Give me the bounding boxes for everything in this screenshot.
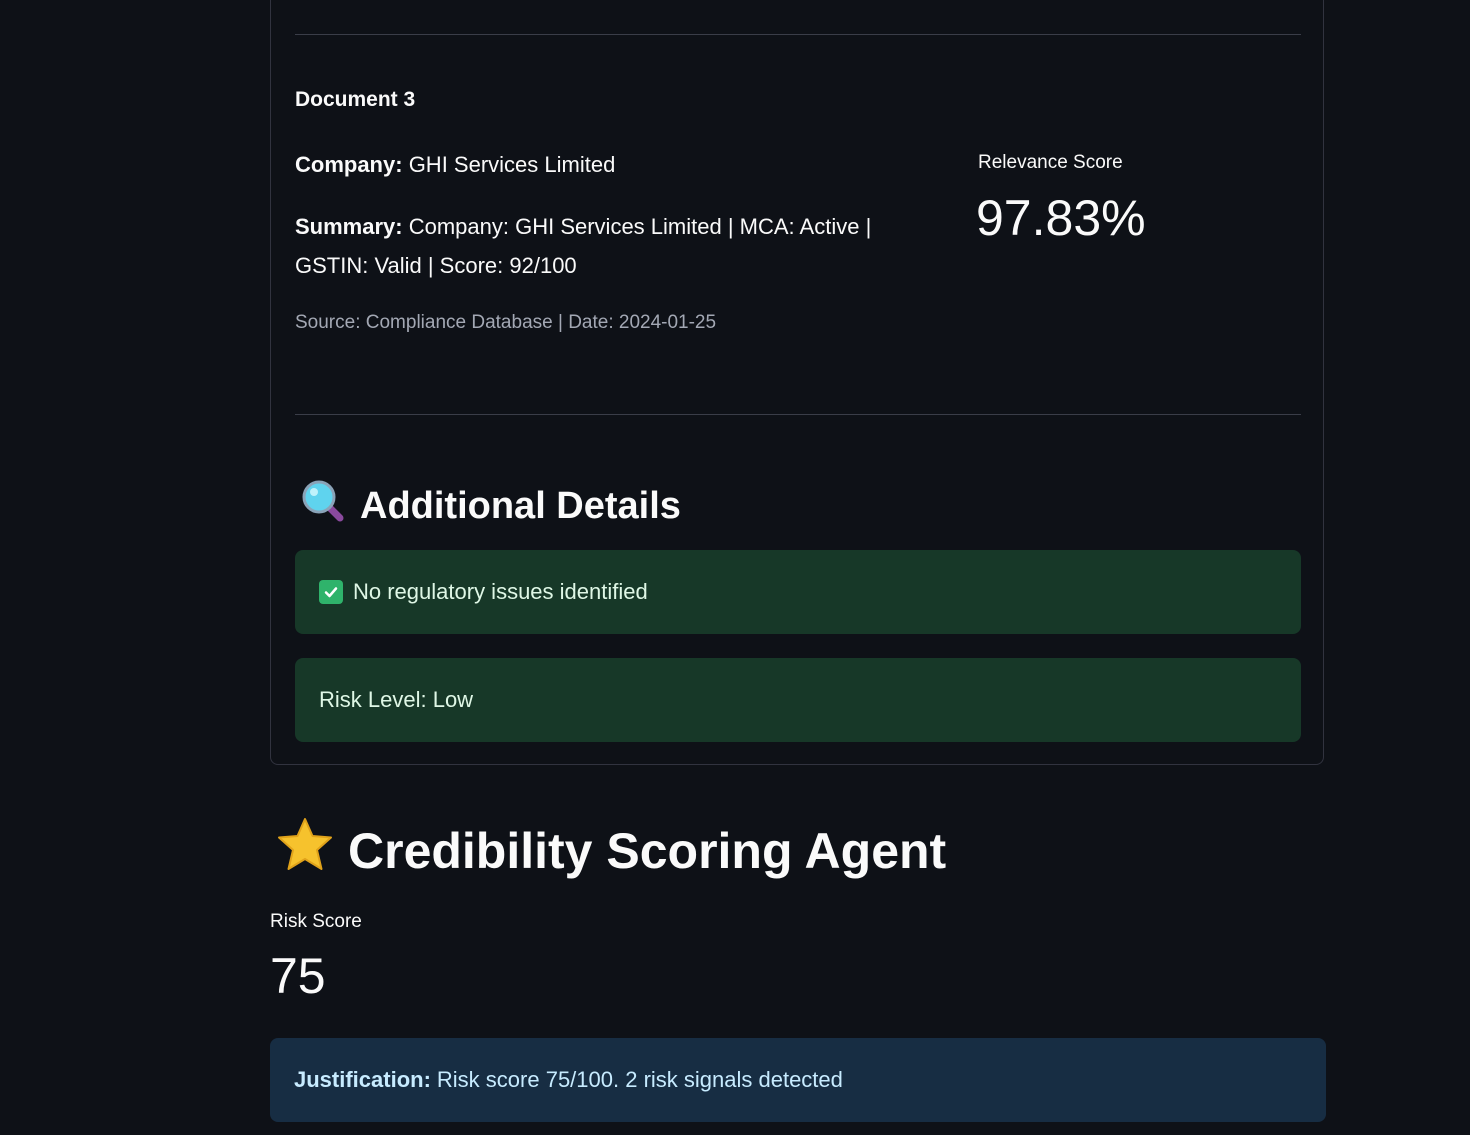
additional-details-heading: Additional Details <box>300 478 681 534</box>
credibility-title: Credibility Scoring Agent <box>348 823 947 879</box>
additional-details-title: Additional Details <box>360 484 681 527</box>
regulatory-status-text: No regulatory issues identified <box>353 579 648 604</box>
justification-label: Justification: <box>294 1067 431 1092</box>
regulatory-status-alert: No regulatory issues identified <box>295 550 1301 634</box>
justification-text: Risk score 75/100. 2 risk signals detect… <box>436 1067 843 1092</box>
justification-alert: Justification: Risk score 75/100. 2 risk… <box>270 1038 1326 1122</box>
top-divider <box>295 34 1301 35</box>
risk-score-label: Risk Score <box>270 911 362 932</box>
summary-field: Summary: Company: GHI Services Limited |… <box>295 207 945 285</box>
relevance-score-value: 97.83% <box>976 190 1146 246</box>
source-caption: Source: Compliance Database | Date: 2024… <box>295 312 717 333</box>
middle-divider <box>295 414 1301 415</box>
risk-level-alert: Risk Level: Low <box>295 658 1301 742</box>
company-label: Company: <box>295 152 403 177</box>
document-card-container <box>270 0 1324 765</box>
risk-score-value: 75 <box>270 948 326 1004</box>
document-title: Document 3 <box>295 88 416 111</box>
relevance-score-label: Relevance Score <box>978 152 1123 173</box>
credibility-heading: Credibility Scoring Agent <box>276 816 946 886</box>
magnifying-glass-icon <box>300 478 346 534</box>
company-value: GHI Services Limited <box>408 152 616 177</box>
star-icon <box>276 816 334 886</box>
company-field: Company: GHI Services Limited <box>295 145 945 184</box>
risk-level-text: Risk Level: Low <box>319 687 474 712</box>
check-mark-icon <box>319 580 343 604</box>
summary-label: Summary: <box>295 214 403 239</box>
